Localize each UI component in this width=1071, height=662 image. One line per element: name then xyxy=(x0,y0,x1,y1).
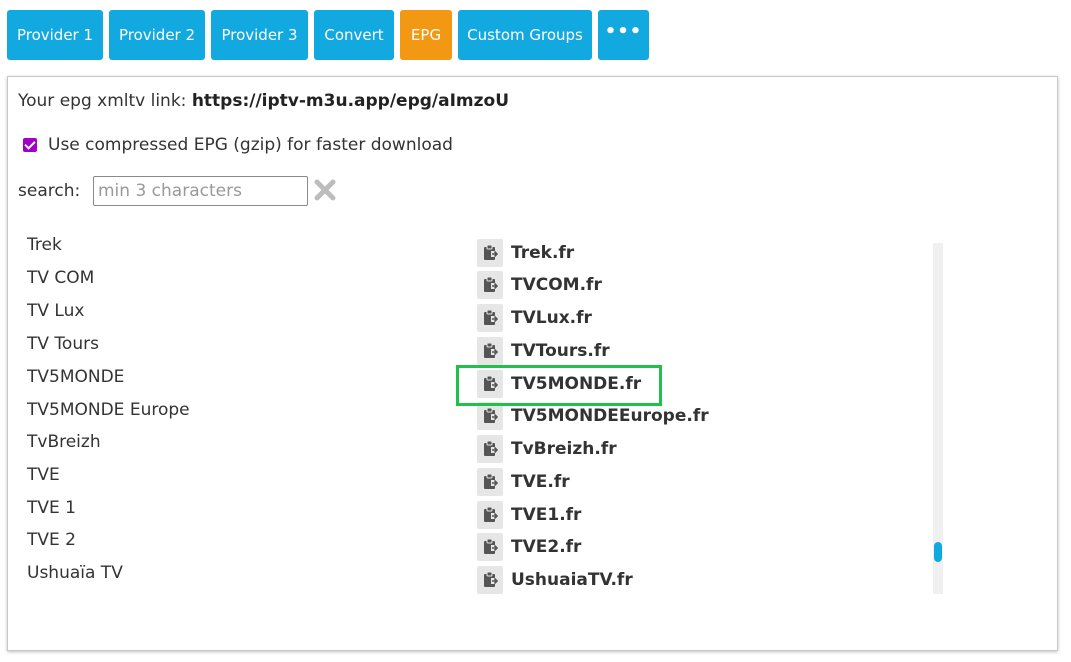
gzip-label: Use compressed EPG (gzip) for faster dow… xyxy=(48,135,453,155)
list-scrollbar[interactable] xyxy=(933,243,943,594)
channel-name: Ushuaïa TV xyxy=(27,563,123,583)
clipboard-copy-icon[interactable] xyxy=(477,337,503,365)
gzip-checkbox[interactable] xyxy=(23,138,37,152)
clipboard-copy-icon[interactable] xyxy=(477,533,503,561)
channel-id-row: TVCOM.fr xyxy=(477,271,602,299)
channel-id: Trek.fr xyxy=(511,243,575,263)
provider-nav: Provider 1 Provider 2 Provider 3 Convert… xyxy=(7,10,655,60)
channel-name: TvBreizh xyxy=(27,432,101,452)
channel-name: TV Lux xyxy=(27,301,85,321)
channel-name: TV COM xyxy=(27,268,95,288)
channel-id-row: TvBreizh.fr xyxy=(477,435,617,463)
channel-id-row: TVE.fr xyxy=(477,468,570,496)
channel-id-row: TVE2.fr xyxy=(477,533,581,561)
epg-panel: Your epg xmltv link: https://iptv-m3u.ap… xyxy=(7,76,1058,651)
channel-list: Trek TV COM TV Lux TV Tours TV5MONDE TV5… xyxy=(8,237,948,594)
clipboard-copy-icon[interactable] xyxy=(477,402,503,430)
provider-1-button[interactable]: Provider 1 xyxy=(7,10,103,60)
scroll-thumb[interactable] xyxy=(934,542,942,562)
highlight-box xyxy=(456,365,662,406)
clipboard-copy-icon[interactable] xyxy=(477,271,503,299)
channel-id: TV5MONDEEurope.fr xyxy=(511,406,709,426)
epg-button[interactable]: EPG xyxy=(400,10,452,60)
channel-id-row: TVLux.fr xyxy=(477,304,592,332)
channel-id: TvBreizh.fr xyxy=(511,439,617,459)
channel-name: TV5MONDE xyxy=(27,367,125,387)
epg-link-label: Your epg xmltv link: xyxy=(18,91,192,111)
channel-id: TVCOM.fr xyxy=(511,275,602,295)
channel-id: TVE1.fr xyxy=(511,505,582,525)
channel-id: TVE2.fr xyxy=(511,537,582,557)
custom-groups-button[interactable]: Custom Groups xyxy=(458,10,592,60)
channel-id-row: TVE1.fr xyxy=(477,501,581,529)
search-input[interactable] xyxy=(93,176,308,206)
channel-name: Trek xyxy=(27,237,62,255)
channel-id: UshuaiaTV.fr xyxy=(511,570,633,590)
clipboard-copy-icon[interactable] xyxy=(477,566,503,594)
channel-id: TVLux.fr xyxy=(511,308,592,328)
search-label: search: xyxy=(18,181,81,201)
more-options-button[interactable]: ••• xyxy=(598,10,649,60)
channel-name: TVE 1 xyxy=(27,498,76,518)
clipboard-copy-icon[interactable] xyxy=(477,435,503,463)
channel-name: TVE 2 xyxy=(27,530,76,550)
convert-button[interactable]: Convert xyxy=(314,10,394,60)
clipboard-copy-icon[interactable] xyxy=(477,501,503,529)
gzip-option[interactable]: Use compressed EPG (gzip) for faster dow… xyxy=(23,135,453,155)
clipboard-copy-icon[interactable] xyxy=(477,239,503,267)
channel-id-row: TVTours.fr xyxy=(477,337,610,365)
close-x-icon[interactable] xyxy=(314,179,336,201)
channel-name: TV Tours xyxy=(27,334,99,354)
channel-name: TV5MONDE Europe xyxy=(27,400,190,420)
channel-id-row: Trek.fr xyxy=(477,239,574,267)
channel-id: TVTours.fr xyxy=(511,341,610,361)
provider-2-button[interactable]: Provider 2 xyxy=(109,10,205,60)
clipboard-copy-icon[interactable] xyxy=(477,468,503,496)
channel-id-row: UshuaiaTV.fr xyxy=(477,566,633,594)
channel-name: TVE xyxy=(27,465,60,485)
provider-3-button[interactable]: Provider 3 xyxy=(211,10,308,60)
channel-id: TVE.fr xyxy=(511,472,570,492)
clipboard-copy-icon[interactable] xyxy=(477,304,503,332)
channel-id-row: TV5MONDEEurope.fr xyxy=(477,402,709,430)
epg-link-url[interactable]: https://iptv-m3u.app/epg/aImzoU xyxy=(192,91,509,111)
epg-link-line: Your epg xmltv link: https://iptv-m3u.ap… xyxy=(18,91,509,111)
